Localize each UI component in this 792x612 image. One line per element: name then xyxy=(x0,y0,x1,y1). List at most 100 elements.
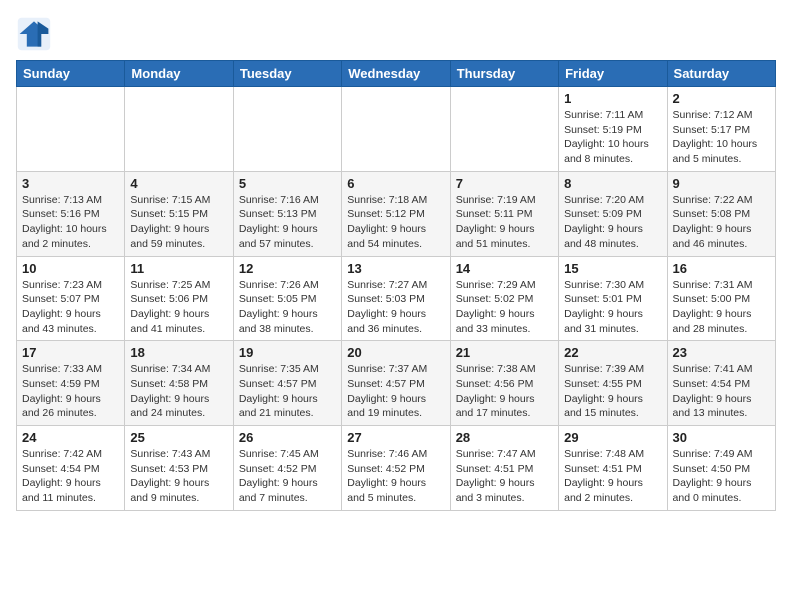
day-info: Sunrise: 7:37 AM Sunset: 4:57 PM Dayligh… xyxy=(347,362,444,421)
day-number: 25 xyxy=(130,430,227,445)
day-number: 7 xyxy=(456,176,553,191)
day-number: 30 xyxy=(673,430,770,445)
calendar-day-cell xyxy=(342,87,450,172)
day-number: 4 xyxy=(130,176,227,191)
day-info: Sunrise: 7:46 AM Sunset: 4:52 PM Dayligh… xyxy=(347,447,444,506)
calendar-day-cell: 25 Sunrise: 7:43 AM Sunset: 4:53 PM Dayli… xyxy=(125,426,233,511)
calendar-day-cell: 20 Sunrise: 7:37 AM Sunset: 4:57 PM Dayli… xyxy=(342,341,450,426)
day-number: 23 xyxy=(673,345,770,360)
calendar-day-cell: 5 Sunrise: 7:16 AM Sunset: 5:13 PM Daylig… xyxy=(233,171,341,256)
day-info: Sunrise: 7:29 AM Sunset: 5:02 PM Dayligh… xyxy=(456,278,553,337)
day-info: Sunrise: 7:19 AM Sunset: 5:11 PM Dayligh… xyxy=(456,193,553,252)
day-number: 28 xyxy=(456,430,553,445)
calendar-day-cell: 28 Sunrise: 7:47 AM Sunset: 4:51 PM Dayli… xyxy=(450,426,558,511)
day-number: 6 xyxy=(347,176,444,191)
calendar-day-cell: 26 Sunrise: 7:45 AM Sunset: 4:52 PM Dayli… xyxy=(233,426,341,511)
day-info: Sunrise: 7:42 AM Sunset: 4:54 PM Dayligh… xyxy=(22,447,119,506)
day-info: Sunrise: 7:30 AM Sunset: 5:01 PM Dayligh… xyxy=(564,278,661,337)
day-number: 20 xyxy=(347,345,444,360)
calendar-day-cell: 3 Sunrise: 7:13 AM Sunset: 5:16 PM Daylig… xyxy=(17,171,125,256)
day-number: 19 xyxy=(239,345,336,360)
weekday-header: Monday xyxy=(125,61,233,87)
calendar-day-cell: 19 Sunrise: 7:35 AM Sunset: 4:57 PM Dayli… xyxy=(233,341,341,426)
day-info: Sunrise: 7:41 AM Sunset: 4:54 PM Dayligh… xyxy=(673,362,770,421)
day-info: Sunrise: 7:26 AM Sunset: 5:05 PM Dayligh… xyxy=(239,278,336,337)
day-info: Sunrise: 7:18 AM Sunset: 5:12 PM Dayligh… xyxy=(347,193,444,252)
day-number: 27 xyxy=(347,430,444,445)
weekday-header: Thursday xyxy=(450,61,558,87)
logo xyxy=(16,16,56,52)
calendar-day-cell: 7 Sunrise: 7:19 AM Sunset: 5:11 PM Daylig… xyxy=(450,171,558,256)
calendar-day-cell xyxy=(125,87,233,172)
day-number: 26 xyxy=(239,430,336,445)
calendar-day-cell: 21 Sunrise: 7:38 AM Sunset: 4:56 PM Dayli… xyxy=(450,341,558,426)
calendar-day-cell: 27 Sunrise: 7:46 AM Sunset: 4:52 PM Dayli… xyxy=(342,426,450,511)
weekday-header: Saturday xyxy=(667,61,775,87)
day-number: 18 xyxy=(130,345,227,360)
day-info: Sunrise: 7:16 AM Sunset: 5:13 PM Dayligh… xyxy=(239,193,336,252)
day-info: Sunrise: 7:25 AM Sunset: 5:06 PM Dayligh… xyxy=(130,278,227,337)
day-number: 11 xyxy=(130,261,227,276)
calendar-day-cell: 30 Sunrise: 7:49 AM Sunset: 4:50 PM Dayli… xyxy=(667,426,775,511)
day-number: 5 xyxy=(239,176,336,191)
day-number: 22 xyxy=(564,345,661,360)
day-number: 21 xyxy=(456,345,553,360)
calendar-day-cell: 6 Sunrise: 7:18 AM Sunset: 5:12 PM Daylig… xyxy=(342,171,450,256)
day-info: Sunrise: 7:48 AM Sunset: 4:51 PM Dayligh… xyxy=(564,447,661,506)
page-header xyxy=(16,16,776,52)
day-info: Sunrise: 7:20 AM Sunset: 5:09 PM Dayligh… xyxy=(564,193,661,252)
calendar-day-cell: 16 Sunrise: 7:31 AM Sunset: 5:00 PM Dayli… xyxy=(667,256,775,341)
calendar-day-cell: 2Sunrise: 7:12 AM Sunset: 5:17 PM Daylig… xyxy=(667,87,775,172)
calendar-day-cell: 4 Sunrise: 7:15 AM Sunset: 5:15 PM Daylig… xyxy=(125,171,233,256)
day-number: 8 xyxy=(564,176,661,191)
calendar-day-cell: 17Sunrise: 7:33 AM Sunset: 4:59 PM Dayli… xyxy=(17,341,125,426)
day-number: 10 xyxy=(22,261,119,276)
calendar-day-cell: 8 Sunrise: 7:20 AM Sunset: 5:09 PM Daylig… xyxy=(559,171,667,256)
day-number: 29 xyxy=(564,430,661,445)
weekday-header: Wednesday xyxy=(342,61,450,87)
calendar-day-cell xyxy=(450,87,558,172)
calendar-week-row: 10 Sunrise: 7:23 AM Sunset: 5:07 PM Dayli… xyxy=(17,256,776,341)
calendar-day-cell xyxy=(17,87,125,172)
day-number: 9 xyxy=(673,176,770,191)
calendar-day-cell: 9Sunrise: 7:22 AM Sunset: 5:08 PM Daylig… xyxy=(667,171,775,256)
day-number: 15 xyxy=(564,261,661,276)
day-info: Sunrise: 7:35 AM Sunset: 4:57 PM Dayligh… xyxy=(239,362,336,421)
calendar-day-cell: 12 Sunrise: 7:26 AM Sunset: 5:05 PM Dayli… xyxy=(233,256,341,341)
weekday-header: Sunday xyxy=(17,61,125,87)
weekday-header: Tuesday xyxy=(233,61,341,87)
calendar-day-cell: 29 Sunrise: 7:48 AM Sunset: 4:51 PM Dayli… xyxy=(559,426,667,511)
day-info: Sunrise: 7:43 AM Sunset: 4:53 PM Dayligh… xyxy=(130,447,227,506)
calendar-day-cell: 10 Sunrise: 7:23 AM Sunset: 5:07 PM Dayli… xyxy=(17,256,125,341)
day-info: Sunrise: 7:34 AM Sunset: 4:58 PM Dayligh… xyxy=(130,362,227,421)
day-number: 12 xyxy=(239,261,336,276)
calendar-day-cell: 24Sunrise: 7:42 AM Sunset: 4:54 PM Dayli… xyxy=(17,426,125,511)
day-info: Sunrise: 7:38 AM Sunset: 4:56 PM Dayligh… xyxy=(456,362,553,421)
day-info: Sunrise: 7:13 AM Sunset: 5:16 PM Dayligh… xyxy=(22,193,119,252)
weekday-header: Friday xyxy=(559,61,667,87)
calendar-table: SundayMondayTuesdayWednesdayThursdayFrid… xyxy=(16,60,776,511)
day-number: 16 xyxy=(673,261,770,276)
calendar-day-cell: 22Sunrise: 7:39 AM Sunset: 4:55 PM Dayli… xyxy=(559,341,667,426)
day-number: 3 xyxy=(22,176,119,191)
calendar-week-row: 17Sunrise: 7:33 AM Sunset: 4:59 PM Dayli… xyxy=(17,341,776,426)
day-number: 1 xyxy=(564,91,661,106)
day-info: Sunrise: 7:45 AM Sunset: 4:52 PM Dayligh… xyxy=(239,447,336,506)
calendar-header-row: SundayMondayTuesdayWednesdayThursdayFrid… xyxy=(17,61,776,87)
calendar-day-cell: 11 Sunrise: 7:25 AM Sunset: 5:06 PM Dayli… xyxy=(125,256,233,341)
day-info: Sunrise: 7:15 AM Sunset: 5:15 PM Dayligh… xyxy=(130,193,227,252)
day-number: 13 xyxy=(347,261,444,276)
day-info: Sunrise: 7:27 AM Sunset: 5:03 PM Dayligh… xyxy=(347,278,444,337)
calendar-day-cell xyxy=(233,87,341,172)
day-info: Sunrise: 7:49 AM Sunset: 4:50 PM Dayligh… xyxy=(673,447,770,506)
calendar-week-row: 1 Sunrise: 7:11 AM Sunset: 5:19 PM Daylig… xyxy=(17,87,776,172)
calendar-day-cell: 23 Sunrise: 7:41 AM Sunset: 4:54 PM Dayli… xyxy=(667,341,775,426)
logo-icon xyxy=(16,16,52,52)
day-info: Sunrise: 7:31 AM Sunset: 5:00 PM Dayligh… xyxy=(673,278,770,337)
day-info: Sunrise: 7:23 AM Sunset: 5:07 PM Dayligh… xyxy=(22,278,119,337)
day-info: Sunrise: 7:47 AM Sunset: 4:51 PM Dayligh… xyxy=(456,447,553,506)
day-info: Sunrise: 7:11 AM Sunset: 5:19 PM Dayligh… xyxy=(564,108,661,167)
day-number: 2 xyxy=(673,91,770,106)
calendar-day-cell: 14Sunrise: 7:29 AM Sunset: 5:02 PM Dayli… xyxy=(450,256,558,341)
day-info: Sunrise: 7:33 AM Sunset: 4:59 PM Dayligh… xyxy=(22,362,119,421)
